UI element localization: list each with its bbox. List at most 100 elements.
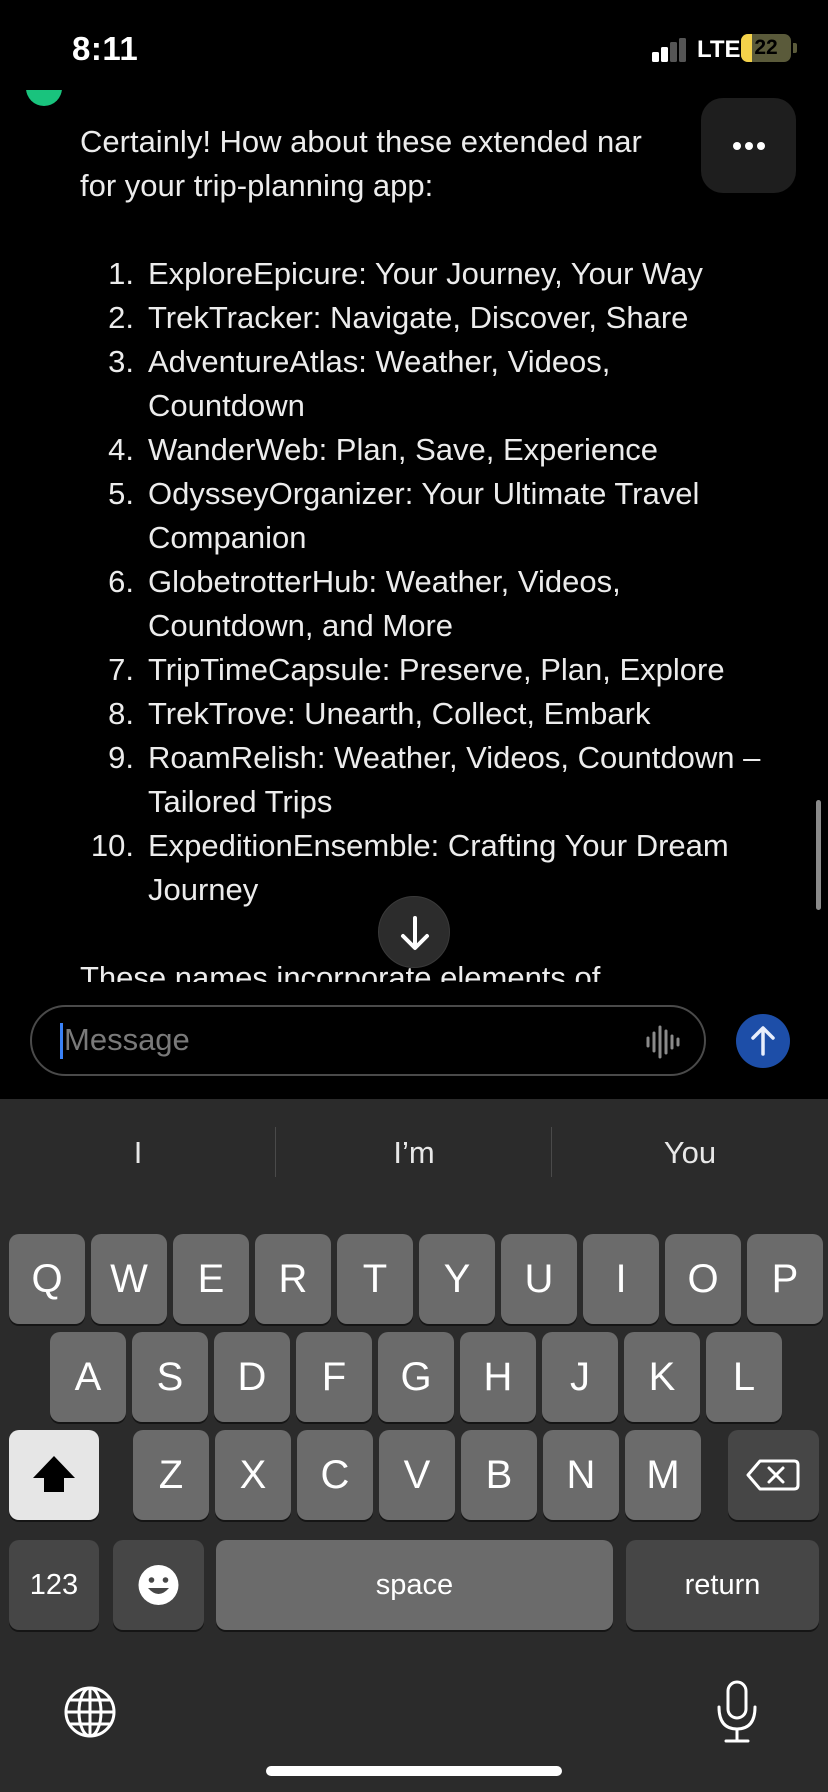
keyboard: I I’m You QWERTYUIOPASDFGHJKLZXCVBNM 123…: [0, 1099, 828, 1792]
key-z[interactable]: Z: [133, 1430, 209, 1520]
scroll-to-bottom-button[interactable]: [378, 896, 450, 968]
text-cursor: [60, 1023, 63, 1059]
list-item-text: OdysseyOrganizer: Your Ultimate Travel C…: [148, 476, 700, 555]
voice-waveform-icon[interactable]: [644, 1024, 684, 1060]
key-t[interactable]: T: [337, 1234, 413, 1324]
scrollbar[interactable]: [816, 800, 821, 910]
key-q[interactable]: Q: [9, 1234, 85, 1324]
key-c[interactable]: C: [297, 1430, 373, 1520]
list-item-text: WanderWeb: Plan, Save, Experience: [148, 432, 659, 467]
list-item-number: 4.: [108, 432, 134, 467]
list-item: 4. WanderWeb: Plan, Save, Experience: [80, 428, 770, 472]
message-closing: These names incorporate elements of: [80, 960, 601, 982]
list-item: 8. TrekTrove: Unearth, Collect, Embark: [80, 692, 770, 736]
list-item-number: 3.: [108, 344, 134, 379]
list-item: 5. OdysseyOrganizer: Your Ultimate Travel…: [80, 472, 770, 560]
list-item-text: AdventureAtlas: Weather, Videos, Countdo…: [148, 344, 611, 423]
network-type: LTE: [697, 36, 741, 63]
arrow-down-icon: [401, 916, 429, 950]
key-s[interactable]: S: [132, 1332, 208, 1422]
message-intro: Certainly! How about these extended nar …: [80, 124, 642, 203]
predictive-bar: I I’m You: [0, 1127, 828, 1179]
key-l[interactable]: L: [706, 1332, 782, 1422]
suggestion-1[interactable]: I: [0, 1127, 276, 1179]
key-x[interactable]: X: [215, 1430, 291, 1520]
chat-transcript[interactable]: Certainly! How about these extended nar …: [0, 90, 828, 982]
list-item: 2. TrekTracker: Navigate, Discover, Share: [80, 296, 770, 340]
key-h[interactable]: H: [460, 1332, 536, 1422]
suggestion-divider: [275, 1127, 276, 1177]
emoji-key[interactable]: [113, 1540, 204, 1630]
battery-icon: 22: [741, 34, 791, 62]
battery-percent: 22: [754, 36, 778, 59]
key-b[interactable]: B: [461, 1430, 537, 1520]
list-item-text: ExpeditionEnsemble: Crafting Your Dream …: [148, 828, 729, 907]
list-item-number: 8.: [108, 696, 134, 731]
list-item-text: TrekTrove: Unearth, Collect, Embark: [148, 696, 651, 731]
assistant-avatar: [26, 90, 62, 106]
key-y[interactable]: Y: [419, 1234, 495, 1324]
key-e[interactable]: E: [173, 1234, 249, 1324]
app-name-list: 1. ExploreEpicure: Your Journey, Your Way…: [80, 252, 770, 912]
list-item: 1. ExploreEpicure: Your Journey, Your Way: [80, 252, 770, 296]
battery-tip: [793, 43, 797, 53]
key-v[interactable]: V: [379, 1430, 455, 1520]
key-r[interactable]: R: [255, 1234, 331, 1324]
suggestion-2[interactable]: I’m: [276, 1127, 552, 1179]
key-f[interactable]: F: [296, 1332, 372, 1422]
assistant-message: Certainly! How about these extended nar …: [80, 120, 770, 912]
list-item-number: 2.: [108, 300, 134, 335]
key-w[interactable]: W: [91, 1234, 167, 1324]
cellular-signal-icon: [652, 38, 688, 62]
key-j[interactable]: J: [542, 1332, 618, 1422]
message-placeholder: Message: [64, 1022, 190, 1057]
message-input[interactable]: Message: [30, 1005, 706, 1076]
list-item-text: GlobetrotterHub: Weather, Videos, Countd…: [148, 564, 621, 643]
key-n[interactable]: N: [543, 1430, 619, 1520]
list-item: 3. AdventureAtlas: Weather, Videos, Count…: [80, 340, 770, 428]
key-m[interactable]: M: [625, 1430, 701, 1520]
more-icon-dot: [757, 142, 765, 150]
space-key[interactable]: space: [216, 1540, 613, 1630]
more-options-button[interactable]: [701, 98, 796, 193]
list-item-number: 5.: [108, 476, 134, 511]
numbers-key[interactable]: 123: [9, 1540, 99, 1630]
list-item-text: TripTimeCapsule: Preserve, Plan, Explore: [148, 652, 725, 687]
microphone-icon[interactable]: [712, 1679, 762, 1745]
list-item-text: RoamRelish: Weather, Videos, Countdown –…: [148, 740, 761, 819]
list-item: 6. GlobetrotterHub: Weather, Videos, Coun…: [80, 560, 770, 648]
key-a[interactable]: A: [50, 1332, 126, 1422]
key-o[interactable]: O: [665, 1234, 741, 1324]
key-i[interactable]: I: [583, 1234, 659, 1324]
list-item-number: 1.: [108, 256, 134, 291]
list-item-number: 9.: [108, 740, 134, 775]
key-g[interactable]: G: [378, 1332, 454, 1422]
list-item-text: TrekTracker: Navigate, Discover, Share: [148, 300, 689, 335]
list-item: 9. RoamRelish: Weather, Videos, Countdown…: [80, 736, 770, 824]
list-item-text: ExploreEpicure: Your Journey, Your Way: [148, 256, 703, 291]
suggestion-divider: [551, 1127, 552, 1177]
list-item-number: 10.: [90, 828, 134, 863]
shift-icon: [33, 1456, 75, 1492]
list-item-number: 7.: [108, 652, 134, 687]
more-icon-dot: [745, 142, 753, 150]
shift-key-button[interactable]: [9, 1430, 99, 1520]
backspace-key[interactable]: [728, 1430, 819, 1520]
globe-icon[interactable]: [62, 1684, 118, 1740]
arrow-up-icon: [751, 1026, 775, 1056]
backspace-icon: [746, 1459, 800, 1491]
key-d[interactable]: D: [214, 1332, 290, 1422]
list-item: 7. TripTimeCapsule: Preserve, Plan, Explo…: [80, 648, 770, 692]
suggestion-3[interactable]: You: [552, 1127, 828, 1179]
key-k[interactable]: K: [624, 1332, 700, 1422]
status-time: 8:11: [72, 30, 139, 67]
home-indicator[interactable]: [266, 1766, 562, 1776]
send-button[interactable]: [736, 1014, 790, 1068]
more-icon: [733, 142, 741, 150]
return-key[interactable]: return: [626, 1540, 819, 1630]
emoji-icon: [138, 1565, 179, 1605]
key-u[interactable]: U: [501, 1234, 577, 1324]
list-item-number: 6.: [108, 564, 134, 599]
status-bar: 8:11 LTE 22: [0, 0, 828, 100]
key-p[interactable]: P: [747, 1234, 823, 1324]
